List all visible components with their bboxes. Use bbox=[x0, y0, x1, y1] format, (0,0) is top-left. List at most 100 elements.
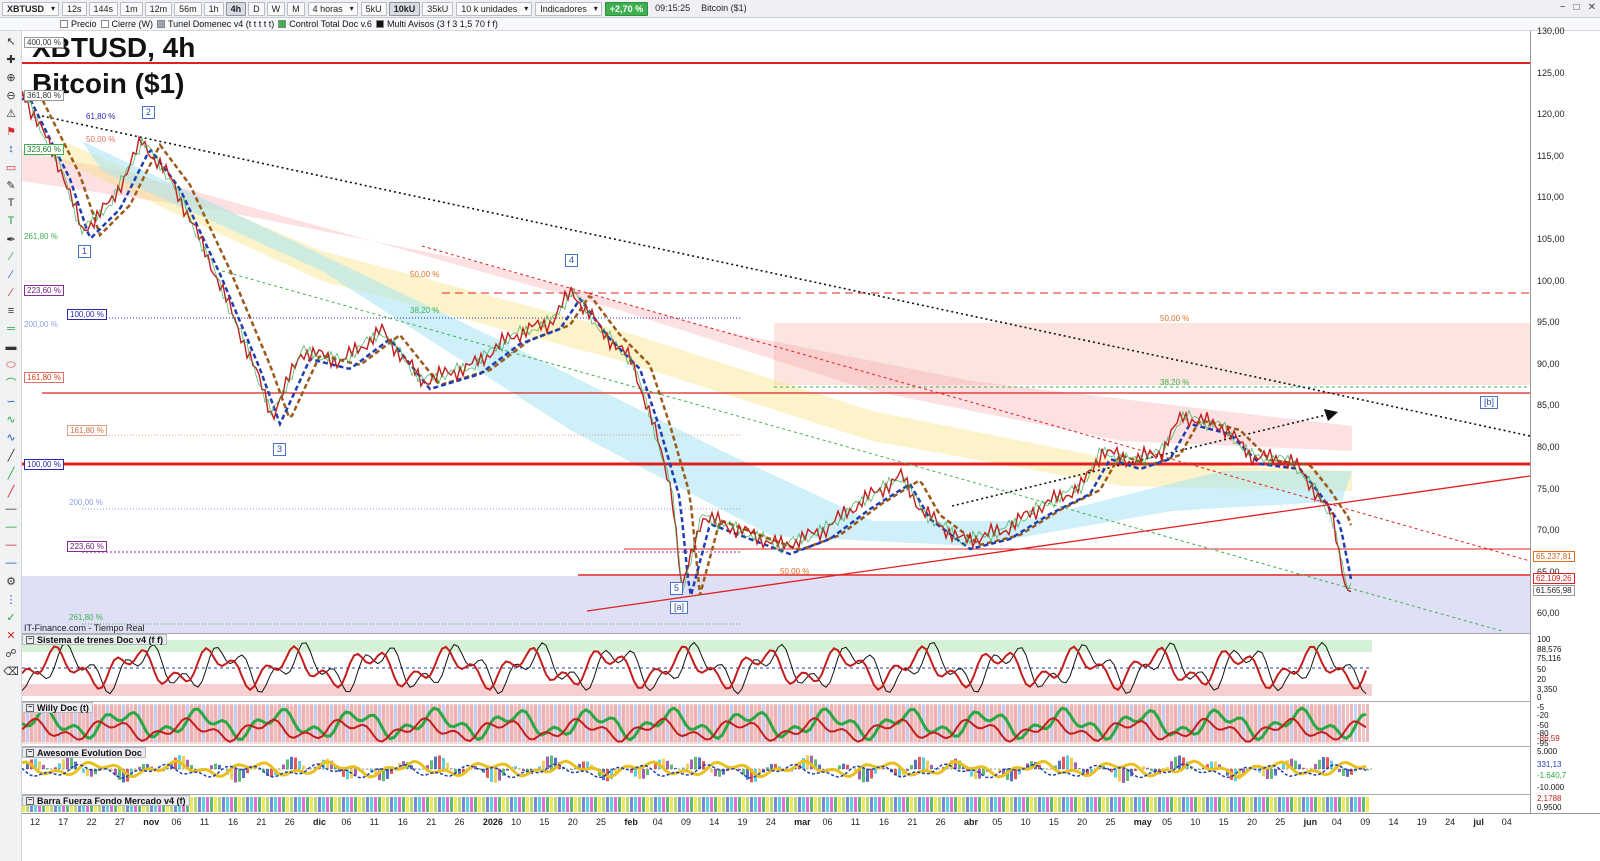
timeframe-button[interactable]: 12m bbox=[144, 1, 173, 16]
line-red-icon[interactable]: ╱ bbox=[2, 483, 20, 499]
legend-item[interactable]: Multi Avisos (3 f 3 1,5 70 f f) bbox=[375, 19, 498, 29]
fib-label: 38,20 % bbox=[410, 306, 440, 315]
indicator-bar bbox=[1018, 704, 1021, 742]
channel-icon[interactable]: ═ bbox=[2, 321, 20, 337]
wave-blue-icon[interactable]: ∿ bbox=[2, 429, 20, 445]
indicator-bar bbox=[846, 764, 849, 769]
timeframe-button[interactable]: 12s bbox=[62, 1, 87, 16]
period-select[interactable]: 4 horas bbox=[307, 1, 358, 16]
indicator-bar bbox=[1050, 797, 1053, 812]
alert-icon[interactable]: ⚠ bbox=[2, 105, 20, 121]
delete-icon[interactable]: ✕ bbox=[2, 627, 20, 643]
panel-header[interactable]: − Sistema de trenes Doc v4 (f f) bbox=[22, 634, 168, 645]
minimize-icon[interactable]: − bbox=[1560, 2, 1566, 13]
trendline-green-icon[interactable]: ∕ bbox=[2, 249, 20, 265]
timeframe-button[interactable]: 4h bbox=[225, 1, 247, 16]
ellipse-icon[interactable]: ⬭ bbox=[2, 357, 20, 373]
volume-button[interactable]: 5kU bbox=[360, 1, 387, 16]
indicator-bar bbox=[530, 797, 533, 812]
panel-header[interactable]: − Willy Doc (t) bbox=[22, 702, 93, 713]
legend-item[interactable]: Tunel Domenec v4 (t t t t t) bbox=[157, 19, 274, 29]
indicator-bar bbox=[570, 797, 573, 812]
panel-awesome[interactable]: − Awesome Evolution Doc bbox=[21, 746, 1530, 794]
dots-icon[interactable]: ⋮ bbox=[2, 591, 20, 607]
indicator-bar bbox=[1078, 704, 1081, 742]
legend-item[interactable]: Precio bbox=[60, 19, 97, 29]
line-icon[interactable]: ╱ bbox=[2, 447, 20, 463]
indicator-bar bbox=[262, 797, 265, 812]
price-tick: 85,00 bbox=[1537, 400, 1560, 411]
timeframe-button[interactable]: D bbox=[248, 1, 265, 16]
symbol-select[interactable]: XBTUSD bbox=[2, 1, 60, 16]
timeframe-button[interactable]: 1m bbox=[120, 1, 143, 16]
text-green-icon[interactable]: T bbox=[2, 213, 20, 229]
lock-icon[interactable]: ☍ bbox=[2, 645, 20, 661]
cursor-icon[interactable]: ↖ bbox=[2, 33, 20, 49]
collapse-icon[interactable]: − bbox=[26, 635, 34, 644]
indicator-bar bbox=[138, 766, 141, 769]
indicator-bar bbox=[914, 797, 917, 812]
timeframe-button[interactable]: 56m bbox=[174, 1, 202, 16]
zoom-in-icon[interactable]: ⊕ bbox=[2, 69, 20, 85]
volume-button[interactable]: 10kU bbox=[388, 1, 421, 16]
price-label: 65.237,81 bbox=[1533, 551, 1575, 562]
indicator-bar bbox=[498, 704, 501, 742]
trendline-blue-icon[interactable]: ∕ bbox=[2, 267, 20, 283]
indicator-bar bbox=[142, 763, 145, 769]
indicator-bar bbox=[246, 797, 249, 812]
timeframe-button[interactable]: 144s bbox=[88, 1, 119, 16]
curve-icon[interactable]: ∽ bbox=[2, 393, 20, 409]
hline-green-icon[interactable]: — bbox=[2, 519, 20, 535]
rectangle-icon[interactable]: ▭ bbox=[2, 159, 20, 175]
trash-icon[interactable]: ⌫ bbox=[2, 663, 20, 679]
fibonacci-icon[interactable]: ≡ bbox=[2, 303, 20, 319]
zoom-out-icon[interactable]: ⊖ bbox=[2, 87, 20, 103]
panel-header[interactable]: − Awesome Evolution Doc bbox=[22, 747, 146, 758]
collapse-icon[interactable]: − bbox=[26, 748, 34, 757]
settings-icon[interactable]: ⚙ bbox=[2, 573, 20, 589]
trendline-red-icon[interactable]: ∕ bbox=[2, 285, 20, 301]
indicator-bar bbox=[590, 704, 593, 742]
indicator-bar bbox=[46, 768, 49, 769]
time-tick: 25 bbox=[596, 817, 607, 827]
trains-plot bbox=[21, 640, 1372, 696]
hline-blue-icon[interactable]: — bbox=[2, 555, 20, 571]
legend-item[interactable]: Control Total Doc v.6 bbox=[278, 19, 372, 29]
wave-green-icon[interactable]: ∿ bbox=[2, 411, 20, 427]
crosshair-icon[interactable]: ✚ bbox=[2, 51, 20, 67]
panel-fuerza[interactable]: − Barra Fuerza Fondo Mercado v4 (f) bbox=[22, 794, 1530, 813]
restore-icon[interactable]: □ bbox=[1574, 2, 1580, 13]
marker-icon[interactable]: ⚑ bbox=[2, 123, 20, 139]
line-green-icon[interactable]: ╱ bbox=[2, 465, 20, 481]
timeframe-button[interactable]: 1h bbox=[203, 1, 224, 16]
timeframe-button[interactable]: M bbox=[287, 1, 305, 16]
cloud-band-pink bbox=[22, 151, 1352, 451]
text-icon[interactable]: T bbox=[2, 195, 20, 211]
pencil-icon[interactable]: ✎ bbox=[2, 177, 20, 193]
panel-trains[interactable]: − Sistema de trenes Doc v4 (f f) bbox=[21, 633, 1530, 701]
pen-icon[interactable]: ✒ bbox=[2, 231, 20, 247]
price-axis[interactable]: 130,00 125,00 120,00 115,00 110,00 105,00 100,… bbox=[1530, 26, 1600, 633]
indicator-bar bbox=[598, 797, 601, 812]
indicators-button[interactable]: Indicadores bbox=[535, 1, 602, 16]
panel-willy[interactable]: − Willy Doc (t) bbox=[21, 701, 1530, 746]
check-icon[interactable]: ✓ bbox=[2, 609, 20, 625]
price-chart[interactable] bbox=[22, 31, 1530, 633]
time-axis[interactable]: 12 17 22 27 nov 06 11 16 21 26 dic 06 11 16 21 26 2026 10… bbox=[22, 813, 1600, 861]
hline-red-icon[interactable]: — bbox=[2, 537, 20, 553]
close-icon[interactable]: ✕ bbox=[1588, 2, 1596, 13]
timeframe-button[interactable]: W bbox=[266, 1, 286, 16]
indicator-bar bbox=[526, 797, 529, 812]
arc-icon[interactable]: ⌒ bbox=[2, 375, 20, 391]
units-select[interactable]: 10 k unidades bbox=[456, 1, 533, 16]
hline-icon[interactable]: — bbox=[2, 501, 20, 517]
ruler-icon[interactable]: ▬ bbox=[2, 339, 20, 355]
panel-header[interactable]: − Barra Fuerza Fondo Mercado v4 (f) bbox=[22, 795, 190, 806]
measure-icon[interactable]: ↕ bbox=[2, 141, 20, 157]
wave-label: 3 bbox=[273, 443, 287, 456]
indicator-bar bbox=[62, 759, 65, 769]
volume-button[interactable]: 35kU bbox=[422, 1, 454, 16]
legend-item[interactable]: Cierre (W) bbox=[100, 19, 153, 29]
collapse-icon[interactable]: − bbox=[26, 703, 34, 712]
collapse-icon[interactable]: − bbox=[26, 796, 34, 805]
